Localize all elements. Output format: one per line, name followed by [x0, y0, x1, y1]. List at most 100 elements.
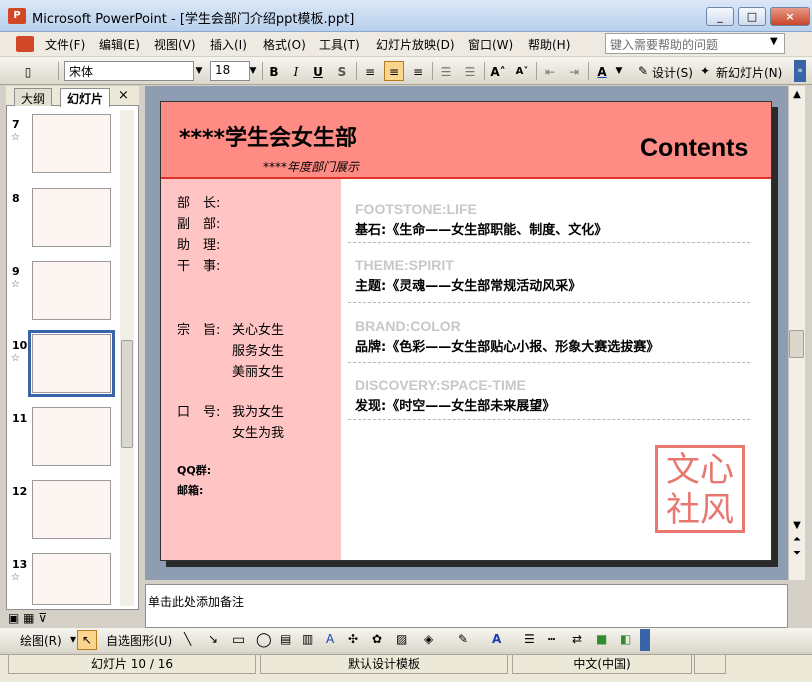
slogan-line[interactable]: 女生为我 — [232, 422, 284, 441]
tab-slides[interactable]: 幻灯片 — [60, 88, 111, 107]
font-color-icon[interactable]: A — [592, 61, 612, 81]
status-design-template[interactable]: 默认设计模板 — [260, 654, 508, 674]
previous-slide-icon[interactable]: ⏶ — [790, 534, 804, 545]
toolbar-options-icon[interactable]: » — [794, 60, 806, 82]
chevron-down-icon[interactable]: ▼ — [770, 36, 778, 47]
dash-style-icon[interactable]: ┅ — [548, 632, 555, 646]
slide-thumbnail[interactable] — [32, 261, 111, 320]
diagram-icon[interactable]: ✣ — [348, 632, 358, 646]
help-search-input[interactable]: 键入需要帮助的问题 — [605, 33, 785, 54]
align-left-icon[interactable]: ≡ — [360, 61, 380, 81]
slide-thumbnail[interactable] — [32, 480, 111, 539]
purpose-line[interactable]: 关心女生 — [232, 319, 284, 338]
line-color-icon[interactable]: ✎ — [458, 632, 468, 646]
maximize-button[interactable]: □ — [738, 7, 766, 26]
scrollbar-thumb[interactable] — [121, 340, 133, 448]
menu-edit[interactable]: 编辑(E) — [99, 36, 140, 53]
oval-tool-icon[interactable]: ◯ — [256, 632, 272, 648]
new-slide-button[interactable]: 新幻灯片(N) — [716, 64, 782, 81]
section-en-title[interactable]: BRAND:COLOR — [355, 318, 461, 334]
italic-button[interactable]: I — [286, 61, 306, 81]
line-style-icon[interactable]: ☰ — [524, 632, 535, 646]
underline-button[interactable]: U — [308, 61, 328, 81]
arrow-style-icon[interactable]: ⇄ — [572, 632, 582, 646]
bullet-list-icon[interactable]: ☰ — [460, 61, 480, 81]
close-button[interactable]: × — [770, 7, 810, 26]
textbox-tool-icon[interactable]: ▤ — [280, 632, 291, 646]
menu-view[interactable]: 视图(V) — [154, 36, 196, 53]
font-name-combo[interactable]: 宋体 — [64, 61, 194, 81]
design-button[interactable]: 设计(S) — [652, 64, 693, 81]
menu-tools[interactable]: 工具(T) — [319, 36, 360, 53]
seal-stamp-image[interactable]: 文心社风 — [655, 445, 745, 533]
chevron-down-icon[interactable]: ▼ — [612, 61, 626, 81]
font-color-icon[interactable]: A — [492, 632, 501, 646]
fill-color-icon[interactable]: ◈ — [424, 632, 433, 646]
numbered-list-icon[interactable]: ☰ — [436, 61, 456, 81]
scroll-down-icon[interactable]: ▼ — [790, 520, 804, 531]
tab-outline[interactable]: 大纲 — [14, 88, 53, 106]
increase-font-icon[interactable]: A˄ — [488, 61, 508, 81]
decrease-font-icon[interactable]: A˅ — [512, 61, 532, 81]
new-document-icon[interactable]: ▯ — [18, 61, 38, 81]
decrease-indent-icon[interactable]: ⇤ — [540, 61, 560, 81]
section-cn-title[interactable]: 发现:《时空——女生部未来展望》 — [355, 395, 555, 414]
section-en-title[interactable]: DISCOVERY:SPACE-TIME — [355, 377, 526, 393]
align-right-icon[interactable]: ≡ — [408, 61, 428, 81]
font-size-combo[interactable]: 18 — [210, 61, 250, 81]
autoshapes-menu-button[interactable]: 自选图形(U) — [106, 632, 172, 649]
qq-group-label[interactable]: QQ群: — [177, 462, 211, 478]
slogan-label[interactable]: 口 号: — [177, 401, 220, 420]
slide-title[interactable]: ****学生会女生部 — [179, 120, 357, 152]
slide-thumbnail[interactable] — [32, 553, 111, 605]
chevron-down-icon[interactable]: ▼ — [192, 61, 206, 81]
slogan-line[interactable]: 我为女生 — [232, 401, 284, 420]
arrow-tool-icon[interactable]: ↘ — [208, 632, 218, 646]
menu-window[interactable]: 窗口(W) — [468, 36, 513, 53]
chevron-down-icon[interactable]: ▼ — [246, 61, 260, 81]
menu-help[interactable]: 帮助(H) — [528, 36, 570, 53]
minimize-button[interactable]: _ — [706, 7, 734, 26]
normal-view-icon[interactable]: ▣ — [8, 611, 19, 625]
close-icon[interactable]: × — [118, 88, 129, 103]
purpose-line[interactable]: 美丽女生 — [232, 361, 284, 380]
wordart-icon[interactable]: A — [326, 632, 334, 646]
slide-thumbnail-selected[interactable] — [28, 330, 115, 397]
rectangle-tool-icon[interactable]: ▭ — [232, 632, 245, 648]
menu-file[interactable]: 文件(F) — [45, 36, 85, 53]
chevron-down-icon[interactable]: ▾ — [70, 632, 76, 646]
section-en-title[interactable]: THEME:SPIRIT — [355, 257, 454, 273]
picture-icon[interactable]: ▨ — [396, 632, 407, 646]
align-center-icon[interactable]: ≡ — [384, 61, 404, 81]
slide-thumbnail[interactable] — [32, 407, 111, 466]
vertical-textbox-icon[interactable]: ▥ — [302, 632, 313, 646]
menu-format[interactable]: 格式(O) — [263, 36, 306, 53]
design-icon[interactable]: ✎ — [638, 64, 648, 78]
slide-subtitle[interactable]: ****年度部门展示 — [263, 158, 359, 175]
shadow-button[interactable]: S — [332, 61, 352, 81]
slide-sorter-icon[interactable]: ▦ — [23, 611, 34, 625]
document-icon[interactable] — [16, 36, 34, 52]
clipart-icon[interactable]: ✿ — [372, 632, 382, 646]
role-member[interactable]: 干 事: — [177, 255, 220, 274]
next-slide-icon[interactable]: ⏷ — [790, 548, 804, 559]
menu-insert[interactable]: 插入(I) — [210, 36, 247, 53]
3d-style-icon[interactable]: ◧ — [620, 632, 631, 646]
increase-indent-icon[interactable]: ⇥ — [564, 61, 584, 81]
role-minister[interactable]: 部 长: — [177, 192, 220, 211]
contents-heading[interactable]: Contents — [640, 134, 748, 163]
email-label[interactable]: 邮箱: — [177, 482, 203, 498]
role-assistant[interactable]: 助 理: — [177, 234, 220, 253]
line-tool-icon[interactable]: ╲ — [184, 632, 191, 646]
slide-thumbnail[interactable] — [32, 114, 111, 173]
new-slide-icon[interactable]: ✦ — [700, 64, 710, 78]
powerpoint-app-icon[interactable]: P — [8, 8, 26, 24]
notes-placeholder[interactable]: 单击此处添加备注 — [148, 593, 244, 610]
select-pointer-icon[interactable]: ↖ — [77, 630, 97, 650]
purpose-label[interactable]: 宗 旨: — [177, 319, 220, 338]
menu-slideshow[interactable]: 幻灯片放映(D) — [376, 36, 455, 53]
role-vice-minister[interactable]: 副 部: — [177, 213, 220, 232]
slideshow-icon[interactable]: ⊽ — [38, 611, 47, 625]
purpose-line[interactable]: 服务女生 — [232, 340, 284, 359]
slide-thumbnail[interactable] — [32, 188, 111, 247]
